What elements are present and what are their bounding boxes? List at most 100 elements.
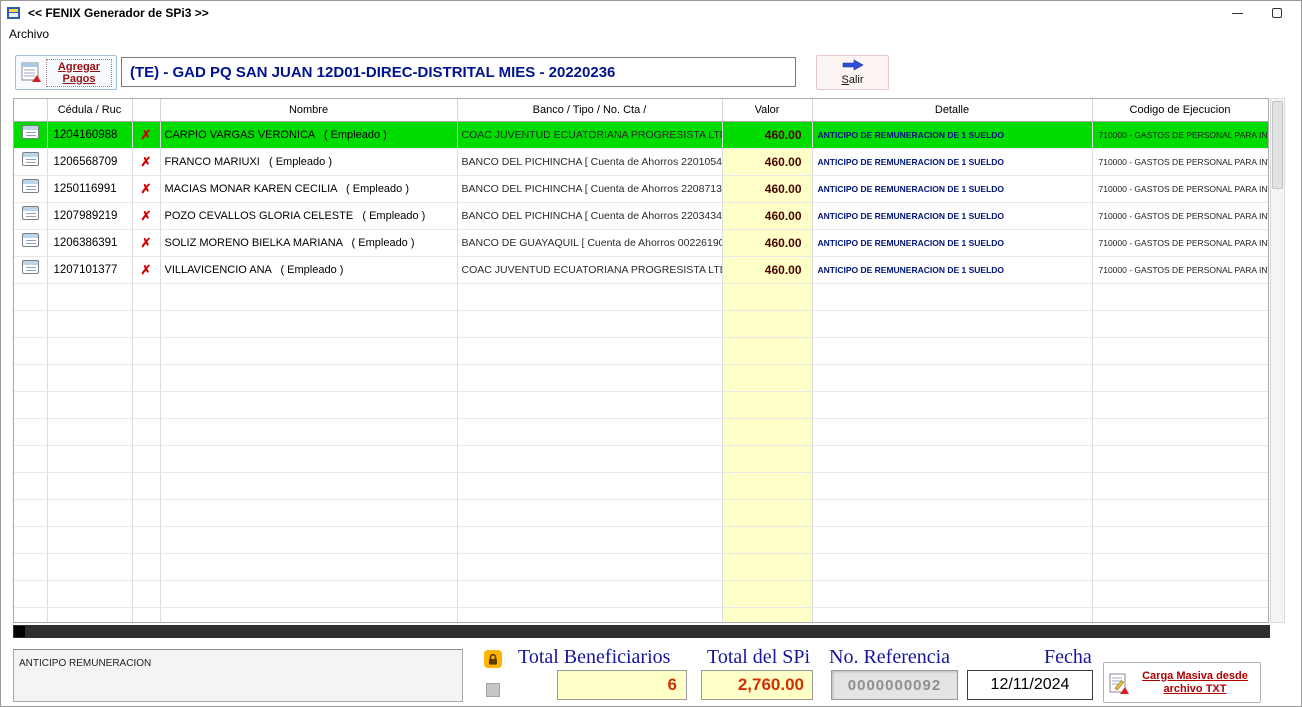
- row-edit-cell: [14, 526, 47, 553]
- row-delete-cell: ✗: [132, 175, 160, 202]
- valor-cell: 460.00: [722, 202, 812, 229]
- codigo-cell: [1092, 364, 1268, 391]
- delete-row-icon[interactable]: ✗: [141, 209, 152, 221]
- table-row-empty[interactable]: [14, 283, 1268, 310]
- app-icon: [6, 5, 22, 21]
- edit-row-icon[interactable]: [22, 152, 39, 166]
- row-delete-cell: [132, 580, 160, 607]
- delete-row-icon[interactable]: ✗: [141, 155, 152, 167]
- nombre-cell: [160, 580, 457, 607]
- nombre-cell: [160, 553, 457, 580]
- minimize-icon: [1232, 13, 1243, 14]
- table-row[interactable]: 1204160988✗CARPIO VARGAS VERONICA ( Empl…: [14, 121, 1268, 148]
- cedula-cell: 1204160988: [47, 121, 132, 148]
- table-row-empty[interactable]: [14, 418, 1268, 445]
- disabled-square-button[interactable]: [486, 683, 500, 697]
- close-button[interactable]: [1257, 2, 1297, 24]
- col-header-rowbutton: [14, 99, 47, 121]
- table-row-empty[interactable]: [14, 472, 1268, 499]
- table-row[interactable]: 1207101377✗VILLAVICENCIO ANA ( Empleado …: [14, 256, 1268, 283]
- banco-cell: COAC JUVENTUD ECUATORIANA PROGRESISTA LT…: [457, 256, 722, 283]
- horizontal-scrollbar-thumb[interactable]: [14, 626, 25, 637]
- codigo-cell: 710000 - GASTOS DE PERSONAL PARA INVERSI…: [1092, 256, 1268, 283]
- detalle-memo-field[interactable]: ANTICIPO REMUNERACION: [13, 649, 463, 702]
- edit-row-icon[interactable]: [22, 206, 39, 220]
- carga-masiva-button[interactable]: Carga Masiva desde archivo TXT: [1103, 662, 1261, 703]
- cedula-cell: [47, 445, 132, 472]
- table-row[interactable]: 1206386391✗SOLIZ MORENO BIELKA MARIANA (…: [14, 229, 1268, 256]
- codigo-cell: [1092, 391, 1268, 418]
- row-edit-cell: [14, 283, 47, 310]
- table-row[interactable]: 1206568709✗FRANCO MARIUXI ( Empleado )BA…: [14, 148, 1268, 175]
- detalle-cell: [812, 499, 1092, 526]
- nombre-cell: [160, 472, 457, 499]
- table-row-empty[interactable]: [14, 337, 1268, 364]
- fecha-value: 12/11/2024: [991, 676, 1070, 694]
- delete-row-icon[interactable]: ✗: [141, 236, 152, 248]
- table-row-empty[interactable]: [14, 553, 1268, 580]
- horizontal-scrollbar[interactable]: [13, 625, 1270, 638]
- salir-button[interactable]: Salir: [816, 55, 889, 90]
- exit-arrow-icon: [842, 59, 864, 74]
- banco-cell: [457, 391, 722, 418]
- minimize-button[interactable]: [1217, 2, 1257, 24]
- cedula-cell: [47, 526, 132, 553]
- carga-label-line1: Carga Masiva desde: [1142, 670, 1248, 683]
- codigo-cell: [1092, 526, 1268, 553]
- edit-row-icon[interactable]: [22, 179, 39, 193]
- table-row-empty[interactable]: [14, 607, 1268, 623]
- valor-cell: [722, 283, 812, 310]
- valor-cell: [722, 580, 812, 607]
- col-header-nombre: Nombre: [160, 99, 457, 121]
- row-delete-cell: ✗: [132, 148, 160, 175]
- valor-cell: 460.00: [722, 148, 812, 175]
- payments-grid: Cédula / Ruc Nombre Banco / Tipo / No. C…: [13, 98, 1269, 623]
- entity-field[interactable]: (TE) - GAD PQ SAN JUAN 12D01-DIREC-DISTR…: [121, 57, 796, 87]
- agregar-label-line1: Agregar: [58, 61, 100, 73]
- row-edit-cell: [14, 202, 47, 229]
- delete-row-icon[interactable]: ✗: [141, 128, 152, 140]
- row-delete-cell: [132, 526, 160, 553]
- col-header-cedula: Cédula / Ruc: [47, 99, 132, 121]
- row-delete-cell: [132, 337, 160, 364]
- table-row-empty[interactable]: [14, 445, 1268, 472]
- banco-cell: [457, 553, 722, 580]
- table-row-empty[interactable]: [14, 526, 1268, 553]
- row-delete-cell: [132, 499, 160, 526]
- lock-icon[interactable]: [484, 650, 502, 668]
- vertical-scrollbar-thumb[interactable]: [1272, 101, 1283, 189]
- nombre-cell: FRANCO MARIUXI ( Empleado ): [160, 148, 457, 175]
- agregar-label-line2: Pagos: [62, 73, 95, 85]
- table-row-empty[interactable]: [14, 580, 1268, 607]
- detalle-cell: ANTICIPO DE REMUNERACION DE 1 SUELDO: [812, 229, 1092, 256]
- edit-row-icon[interactable]: [22, 233, 39, 247]
- table-row[interactable]: 1250116991✗MACIAS MONAR KAREN CECILIA ( …: [14, 175, 1268, 202]
- table-row-empty[interactable]: [14, 391, 1268, 418]
- fecha-field[interactable]: 12/11/2024: [967, 670, 1093, 700]
- total-beneficiarios-label: Total Beneficiarios: [518, 646, 670, 669]
- detalle-cell: ANTICIPO DE REMUNERACION DE 1 SUELDO: [812, 256, 1092, 283]
- table-row-empty[interactable]: [14, 499, 1268, 526]
- vertical-scrollbar[interactable]: [1270, 98, 1285, 623]
- nombre-cell: [160, 310, 457, 337]
- menu-archivo[interactable]: Archivo: [1, 25, 57, 43]
- codigo-cell: 710000 - GASTOS DE PERSONAL PARA INVERSI…: [1092, 202, 1268, 229]
- detalle-cell: ANTICIPO DE REMUNERACION DE 1 SUELDO: [812, 121, 1092, 148]
- row-edit-cell: [14, 337, 47, 364]
- delete-row-icon[interactable]: ✗: [141, 182, 152, 194]
- window-title: << FENIX Generador de SPi3 >>: [28, 6, 209, 20]
- col-header-valor: Valor: [722, 99, 812, 121]
- table-row-empty[interactable]: [14, 364, 1268, 391]
- total-beneficiarios-value: 6: [557, 670, 687, 700]
- row-delete-cell: [132, 283, 160, 310]
- agregar-pagos-button[interactable]: Agregar Pagos: [15, 55, 117, 90]
- row-edit-cell: [14, 229, 47, 256]
- total-spi-label: Total del SPi: [707, 646, 810, 669]
- edit-row-icon[interactable]: [22, 125, 39, 139]
- table-row-empty[interactable]: [14, 310, 1268, 337]
- valor-cell: [722, 472, 812, 499]
- table-row[interactable]: 1207989219✗POZO CEVALLOS GLORIA CELESTE …: [14, 202, 1268, 229]
- nombre-cell: MACIAS MONAR KAREN CECILIA ( Empleado ): [160, 175, 457, 202]
- edit-row-icon[interactable]: [22, 260, 39, 274]
- delete-row-icon[interactable]: ✗: [141, 263, 152, 275]
